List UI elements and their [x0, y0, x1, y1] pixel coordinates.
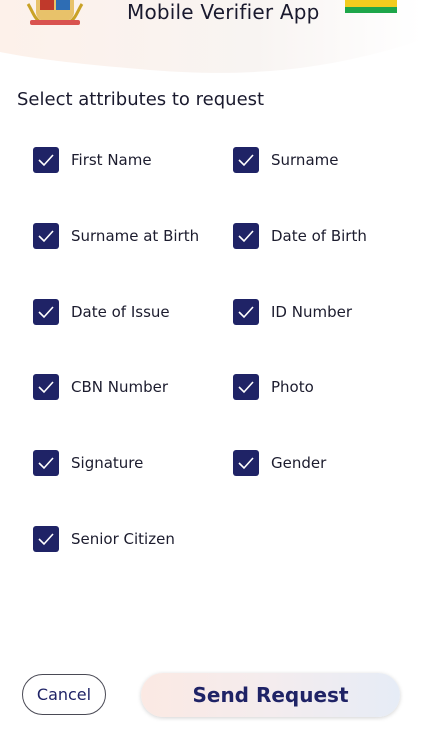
attribute-surname-at-birth[interactable]: Surname at Birth [33, 222, 199, 250]
checkmark-icon [238, 230, 254, 243]
attribute-label: Surname at Birth [71, 227, 200, 245]
attribute-label: Photo [271, 378, 314, 396]
flag-stripe-yellow [345, 0, 397, 7]
checkmark-icon [38, 381, 54, 394]
checkmark-icon [38, 230, 54, 243]
checkbox[interactable] [233, 223, 259, 249]
attribute-gender[interactable]: Gender [233, 449, 326, 477]
attribute-label: Senior Citizen [71, 530, 175, 548]
checkbox[interactable] [233, 450, 259, 476]
flag-stripe-green [345, 7, 397, 13]
flag-icon [345, 0, 397, 13]
attribute-label: ID Number [271, 303, 352, 321]
checkbox[interactable] [233, 147, 259, 173]
attribute-surname[interactable]: Surname [233, 146, 338, 174]
checkbox[interactable] [33, 450, 59, 476]
checkmark-icon [38, 533, 54, 546]
checkmark-icon [38, 457, 54, 470]
checkmark-icon [38, 154, 54, 167]
checkmark-icon [238, 154, 254, 167]
attribute-senior-citizen[interactable]: Senior Citizen [33, 525, 175, 553]
app-title: Mobile Verifier App [127, 0, 320, 24]
checkbox[interactable] [33, 526, 59, 552]
attribute-label: CBN Number [71, 378, 169, 396]
checkbox[interactable] [233, 374, 259, 400]
checkbox[interactable] [33, 223, 59, 249]
attribute-label: Gender [271, 454, 327, 472]
checkbox[interactable] [233, 299, 259, 325]
checkbox[interactable] [33, 374, 59, 400]
section-title: Select attributes to request [17, 89, 265, 110]
cancel-button[interactable]: Cancel [22, 674, 106, 715]
checkmark-icon [238, 381, 254, 394]
attribute-cbn-number[interactable]: CBN Number [33, 373, 168, 401]
coat-of-arms-icon [24, 0, 86, 26]
attribute-first-name[interactable]: First Name [33, 146, 152, 174]
attribute-id-number[interactable]: ID Number [233, 298, 352, 326]
attribute-photo[interactable]: Photo [233, 373, 314, 401]
checkmark-icon [38, 306, 54, 319]
attribute-label: Date of Birth [271, 227, 367, 245]
attribute-label: First Name [71, 151, 152, 169]
attribute-label: Date of Issue [71, 303, 170, 321]
checkbox[interactable] [33, 147, 59, 173]
attribute-label: Surname [271, 151, 339, 169]
attribute-date-of-birth[interactable]: Date of Birth [233, 222, 367, 250]
attribute-signature[interactable]: Signature [33, 449, 143, 477]
send-request-button[interactable]: Send Request [141, 673, 400, 717]
checkbox[interactable] [33, 299, 59, 325]
attribute-date-of-issue[interactable]: Date of Issue [33, 298, 170, 326]
checkmark-icon [238, 306, 254, 319]
checkmark-icon [238, 457, 254, 470]
attribute-label: Signature [71, 454, 144, 472]
